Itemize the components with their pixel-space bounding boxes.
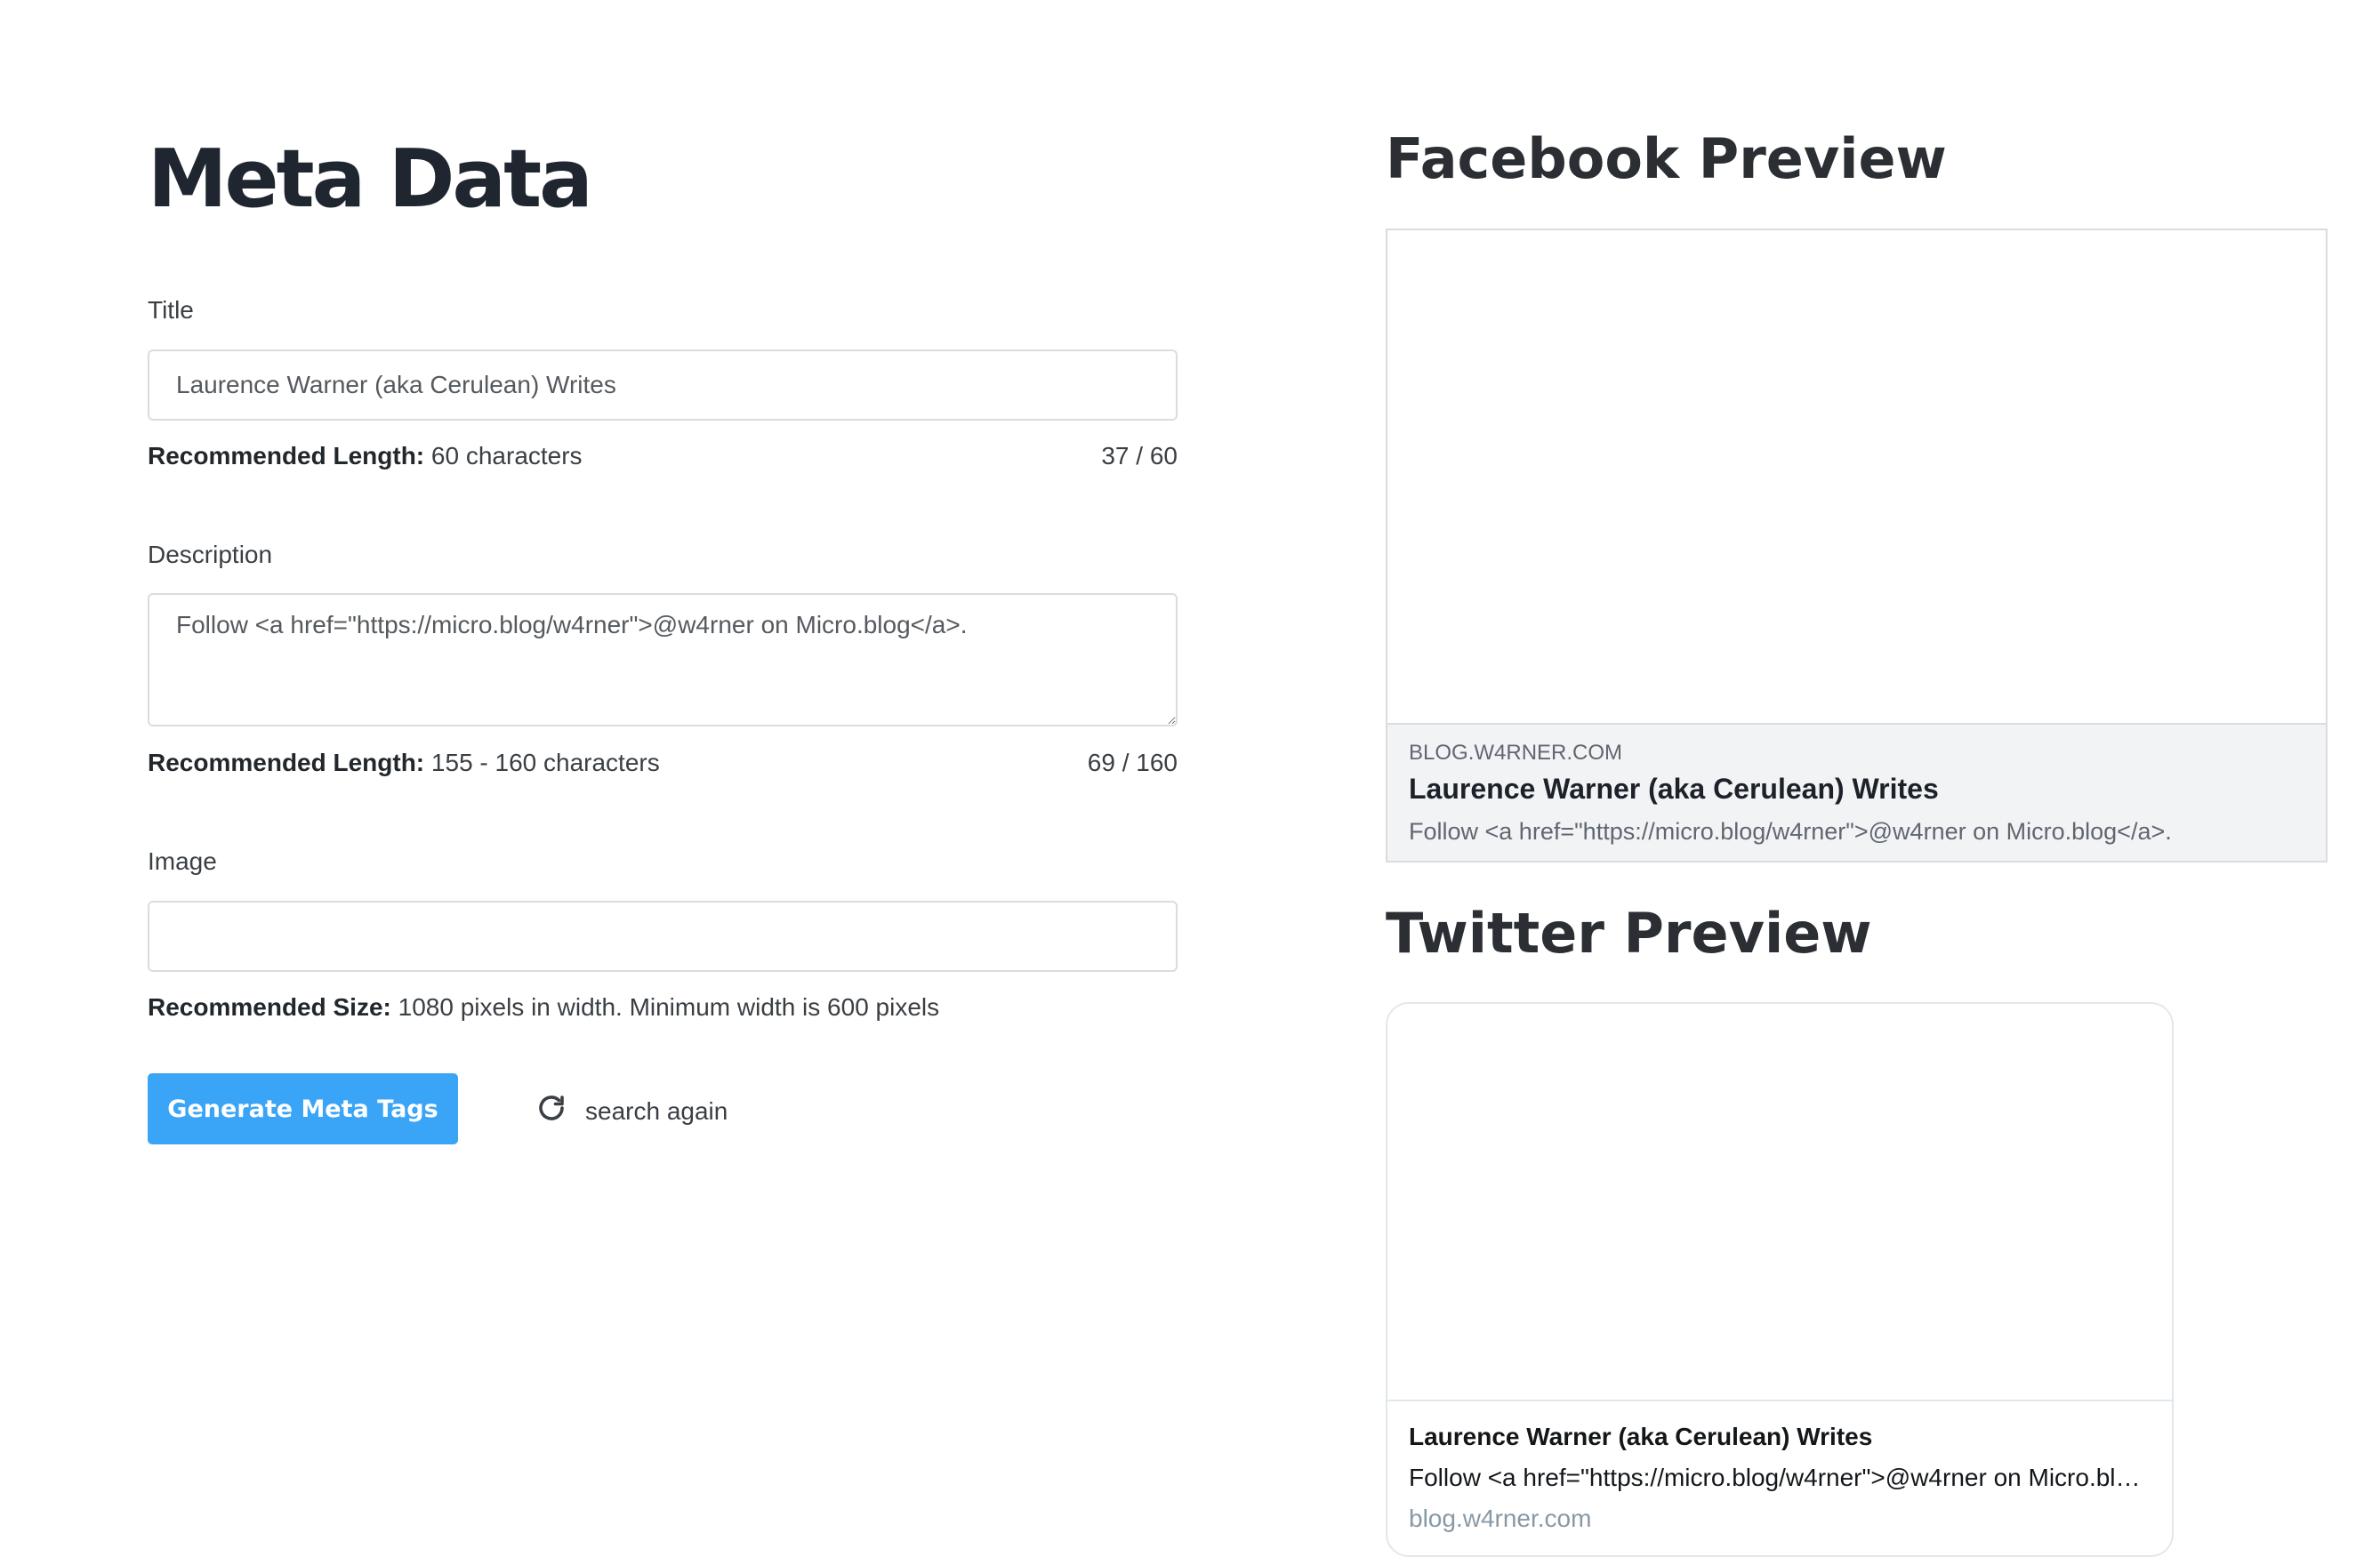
title-hint-label: Recommended Length:	[148, 442, 425, 470]
title-label: Title	[148, 296, 194, 324]
refresh-icon	[535, 1092, 567, 1130]
description-hint-label: Recommended Length:	[148, 749, 425, 776]
facebook-preview-title: Laurence Warner (aka Cerulean) Writes	[1409, 773, 1939, 805]
twitter-preview-image	[1387, 1004, 2172, 1400]
generate-meta-tags-button[interactable]: Generate Meta Tags	[148, 1073, 458, 1144]
twitter-preview-description: Follow <a href="https://micro.blog/w4rne…	[1409, 1464, 2151, 1491]
description-label: Description	[148, 541, 273, 568]
image-input[interactable]	[148, 901, 1178, 972]
facebook-preview-description: Follow <a href="https://micro.blog/w4rne…	[1409, 818, 2172, 845]
description-char-counter: 69 / 160	[1087, 749, 1178, 776]
title-hint-text: 60 characters	[424, 442, 583, 470]
facebook-preview-heading: Facebook Preview	[1386, 126, 1947, 191]
facebook-preview-image	[1387, 230, 2326, 723]
title-input[interactable]	[148, 349, 1178, 421]
twitter-preview-card: Laurence Warner (aka Cerulean) Writes Fo…	[1386, 1002, 2174, 1557]
image-hint-text: 1080 pixels in width. Minimum width is 6…	[390, 993, 940, 1021]
image-hint: Recommended Size: 1080 pixels in width. …	[148, 993, 939, 1022]
twitter-preview-meta: Laurence Warner (aka Cerulean) Writes Fo…	[1387, 1400, 2172, 1555]
image-label: Image	[148, 847, 217, 875]
title-hint: Recommended Length: 60 characters	[148, 442, 583, 470]
description-hint-text: 155 - 160 characters	[424, 749, 660, 776]
search-again-link[interactable]: search again	[535, 1092, 728, 1130]
description-hint: Recommended Length: 155 - 160 characters	[148, 749, 660, 777]
twitter-preview-title: Laurence Warner (aka Cerulean) Writes	[1409, 1423, 1873, 1450]
page-title: Meta Data	[148, 132, 593, 226]
description-textarea[interactable]: Follow <a href="https://micro.blog/w4rne…	[148, 593, 1178, 726]
title-char-counter: 37 / 60	[1101, 442, 1178, 470]
facebook-preview-meta: BLOG.W4RNER.COM Laurence Warner (aka Cer…	[1387, 723, 2326, 861]
twitter-preview-domain: blog.w4rner.com	[1409, 1505, 1592, 1532]
twitter-preview-heading: Twitter Preview	[1386, 901, 1872, 966]
search-again-label: search again	[585, 1096, 728, 1125]
image-hint-label: Recommended Size:	[148, 993, 391, 1021]
facebook-preview-domain: BLOG.W4RNER.COM	[1409, 741, 1623, 765]
facebook-preview-card: BLOG.W4RNER.COM Laurence Warner (aka Cer…	[1386, 229, 2328, 863]
